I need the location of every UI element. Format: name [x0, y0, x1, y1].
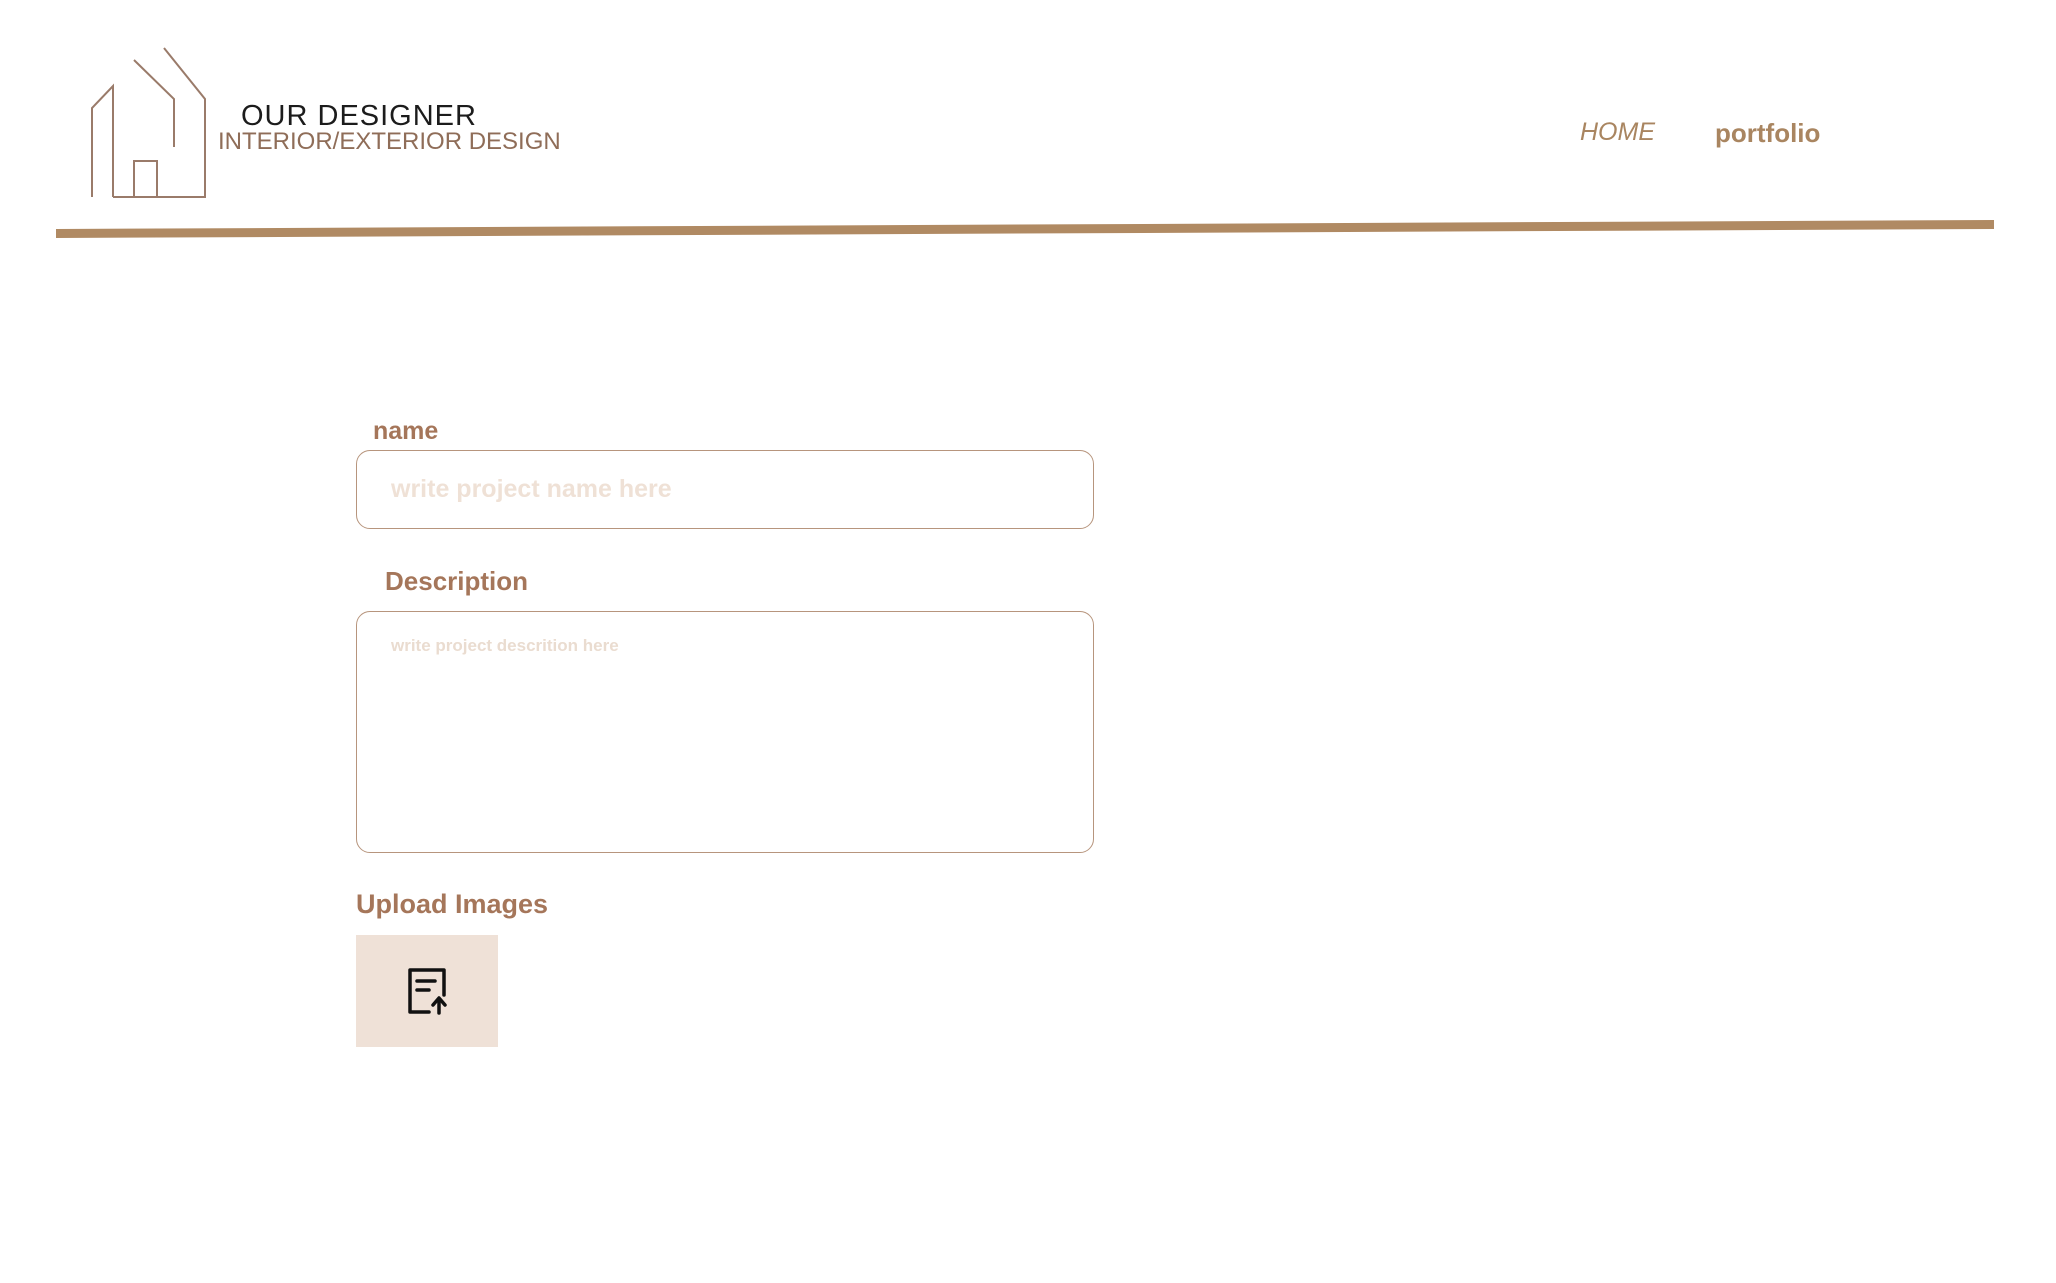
file-upload-icon: [408, 968, 447, 1015]
header-divider: [56, 220, 1994, 238]
page: OUR DESIGNER INTERIOR/EXTERIOR DESIGN HO…: [0, 0, 2056, 1283]
nav-home-link[interactable]: HOME: [1580, 118, 1655, 147]
house-outline-icon: [91, 47, 206, 198]
description-label: Description: [385, 566, 529, 596]
nav-portfolio-link[interactable]: portfolio: [1715, 118, 1820, 149]
project-name-input[interactable]: [356, 450, 1094, 529]
name-label: name: [373, 417, 439, 445]
upload-images-button[interactable]: [356, 935, 498, 1047]
upload-images-label: Upload Images: [356, 889, 549, 919]
project-description-input[interactable]: [356, 611, 1094, 853]
brand-subtitle: INTERIOR/EXTERIOR DESIGN: [218, 128, 561, 155]
